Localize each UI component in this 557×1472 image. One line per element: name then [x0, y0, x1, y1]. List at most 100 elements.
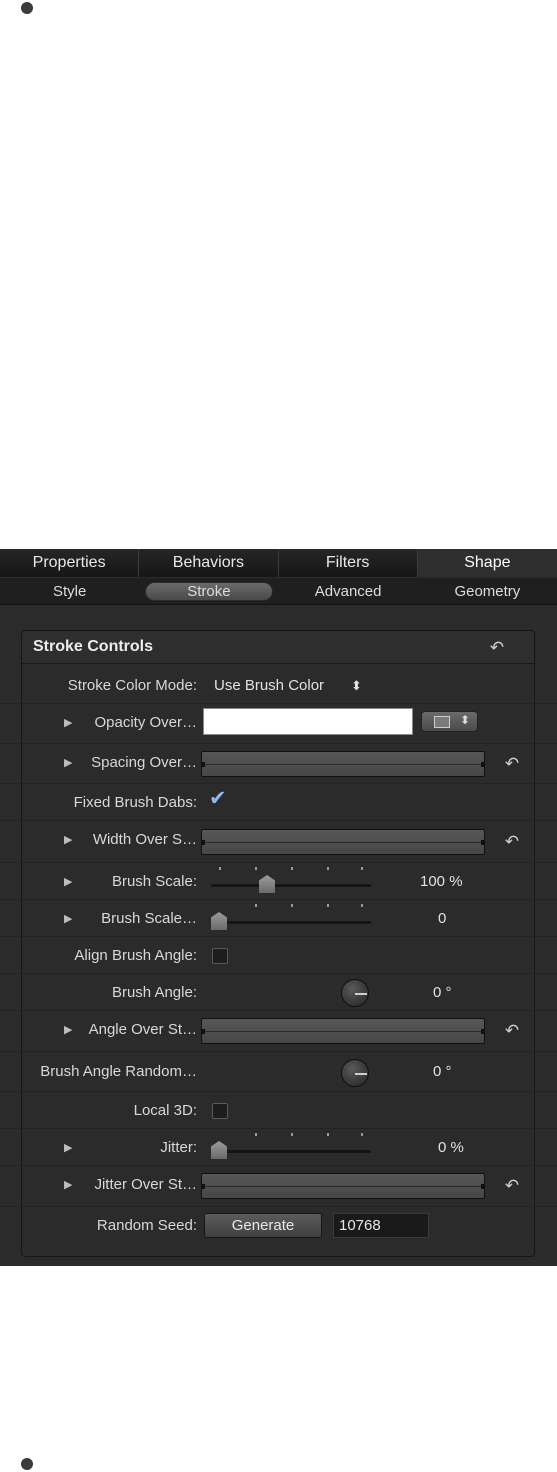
stroke-color-mode-label: Stroke Color Mode: — [67, 677, 197, 694]
row-local-3d: Local 3D: — [1, 1092, 557, 1129]
reset-icon[interactable]: ↶ — [503, 833, 521, 851]
jitter-curve-editor[interactable] — [201, 1173, 485, 1199]
brush-scale-value[interactable]: 100 % — [420, 873, 463, 890]
popup-arrows-icon[interactable]: ⬍ — [351, 678, 362, 694]
subtab-stroke[interactable]: Stroke — [139, 578, 278, 605]
row-spacing-over: ▶ Spacing Over… ↶ — [1, 744, 557, 784]
popup-arrows-icon: ⬍ — [460, 713, 471, 727]
brush-angle-dial[interactable] — [341, 979, 369, 1007]
disclosure-triangle-icon[interactable]: ▶ — [64, 1141, 72, 1154]
curve-start-point[interactable] — [201, 1184, 205, 1189]
opacity-gradient-well[interactable] — [203, 708, 413, 735]
local-3d-label: Local 3D: — [133, 1102, 197, 1119]
reset-icon[interactable]: ↶ — [503, 1177, 521, 1195]
jitter-value[interactable]: 0 % — [438, 1139, 464, 1156]
row-jitter-over-stroke: ▶ Jitter Over St… ↶ — [1, 1166, 557, 1207]
row-fixed-brush-dabs: Fixed Brush Dabs: ✔ — [1, 784, 557, 821]
slider-tick — [361, 1133, 363, 1136]
tab-properties[interactable]: Properties — [0, 549, 140, 577]
slider-tick — [291, 904, 293, 907]
curve-end-point[interactable] — [481, 1029, 485, 1034]
stroke-controls-group: Stroke Controls ↶ Stroke Color Mode: Use… — [1, 630, 557, 1257]
slider-knob[interactable] — [211, 912, 227, 930]
disclosure-triangle-icon[interactable]: ▶ — [64, 716, 72, 729]
reset-icon[interactable]: ↶ — [503, 1022, 521, 1040]
row-align-brush-angle: Align Brush Angle: — [1, 937, 557, 974]
subtab-advanced[interactable]: Advanced — [279, 578, 418, 605]
width-curve-editor[interactable] — [201, 829, 485, 855]
align-brush-angle-checkbox[interactable] — [212, 948, 228, 964]
slider-track — [211, 884, 371, 887]
brush-angle-randomness-dial[interactable] — [341, 1059, 369, 1087]
brush-angle-value[interactable]: 0 ° — [433, 984, 452, 1001]
row-brush-angle-randomness: Brush Angle Random… 0 ° — [1, 1052, 557, 1092]
tab-shape[interactable]: Shape — [417, 549, 557, 577]
row-opacity-over: ▶ Opacity Over… ⬍ — [1, 704, 557, 744]
subtab-style-label: Style — [52, 583, 87, 600]
bullet-dot-icon — [21, 2, 33, 14]
slider-tick — [327, 1133, 329, 1136]
curve-start-point[interactable] — [201, 840, 205, 845]
row-jitter: ▶ Jitter: 0 % — [1, 1129, 557, 1166]
shape-subtabs: Style Stroke Advanced Geometry — [0, 578, 557, 605]
fixed-brush-dabs-label: Fixed Brush Dabs: — [73, 794, 197, 811]
group-reset-icon[interactable]: ↶ — [488, 639, 506, 657]
disclosure-triangle-icon[interactable]: ▶ — [64, 833, 72, 846]
slider-tick — [361, 867, 363, 870]
opacity-over-label: Opacity Over… — [94, 714, 197, 731]
random-seed-field[interactable]: 10768 — [333, 1213, 429, 1238]
row-angle-over-stroke: ▶ Angle Over St… ↶ — [1, 1011, 557, 1052]
group-title: Stroke Controls — [33, 638, 154, 655]
slider-tick — [291, 1133, 293, 1136]
row-random-seed: Random Seed: Generate 10768 — [1, 1207, 557, 1244]
slider-knob[interactable] — [211, 1141, 227, 1159]
spacing-over-label: Spacing Over… — [91, 754, 197, 771]
bullet-dot-icon — [21, 1458, 33, 1470]
subtab-style[interactable]: Style — [0, 578, 139, 605]
curve-end-point[interactable] — [481, 1184, 485, 1189]
brush-scale-randomness-value[interactable]: 0 — [438, 910, 446, 927]
slider-knob[interactable] — [259, 875, 275, 893]
brush-scale-randomness-label: Brush Scale… — [101, 910, 197, 927]
brush-scale-slider[interactable] — [211, 863, 371, 900]
curve-start-point[interactable] — [201, 762, 205, 767]
row-brush-angle: Brush Angle: 0 ° — [1, 974, 557, 1011]
group-header: Stroke Controls ↶ — [22, 631, 534, 664]
subtab-advanced-label: Advanced — [314, 583, 382, 600]
disclosure-triangle-icon[interactable]: ▶ — [64, 1178, 72, 1191]
subtab-geometry-label: Geometry — [454, 583, 521, 600]
reset-icon[interactable]: ↶ — [503, 755, 521, 773]
brush-angle-label: Brush Angle: — [111, 984, 197, 1001]
generate-button[interactable]: Generate — [204, 1213, 322, 1238]
brush-angle-randomness-label: Brush Angle Random… — [40, 1063, 197, 1080]
disclosure-triangle-icon[interactable]: ▶ — [64, 1023, 72, 1036]
checkbox-checked-icon[interactable]: ✔ — [209, 786, 227, 811]
disclosure-triangle-icon[interactable]: ▶ — [64, 756, 72, 769]
tab-filters[interactable]: Filters — [278, 549, 418, 577]
local-3d-checkbox[interactable] — [212, 1103, 228, 1119]
stroke-color-mode-popup[interactable]: Use Brush Color — [214, 677, 324, 694]
curve-end-point[interactable] — [481, 840, 485, 845]
angle-over-stroke-label: Angle Over St… — [88, 1021, 197, 1038]
curve-start-point[interactable] — [201, 1029, 205, 1034]
slider-tick — [255, 867, 257, 870]
disclosure-triangle-icon[interactable]: ▶ — [64, 875, 72, 888]
subtab-geometry[interactable]: Geometry — [418, 578, 557, 605]
brush-angle-randomness-value[interactable]: 0 ° — [433, 1063, 452, 1080]
spacing-curve-editor[interactable] — [201, 751, 485, 777]
tab-behaviors[interactable]: Behaviors — [139, 549, 279, 577]
align-brush-angle-label: Align Brush Angle: — [74, 947, 197, 964]
brush-scale-randomness-slider[interactable] — [211, 900, 371, 937]
curve-end-point[interactable] — [481, 762, 485, 767]
angle-curve-editor[interactable] — [201, 1018, 485, 1044]
inspector-tabs: Properties Behaviors Filters Shape — [0, 549, 557, 577]
gradient-preset-popup[interactable]: ⬍ — [421, 711, 478, 732]
slider-track — [211, 1150, 371, 1153]
row-brush-scale-randomness: ▶ Brush Scale… 0 — [1, 900, 557, 937]
width-over-label: Width Over S… — [92, 831, 197, 848]
disclosure-triangle-icon[interactable]: ▶ — [64, 912, 72, 925]
brush-scale-label: Brush Scale: — [111, 873, 197, 890]
jitter-slider[interactable] — [211, 1129, 371, 1166]
slider-tick — [361, 904, 363, 907]
slider-tick — [291, 867, 293, 870]
